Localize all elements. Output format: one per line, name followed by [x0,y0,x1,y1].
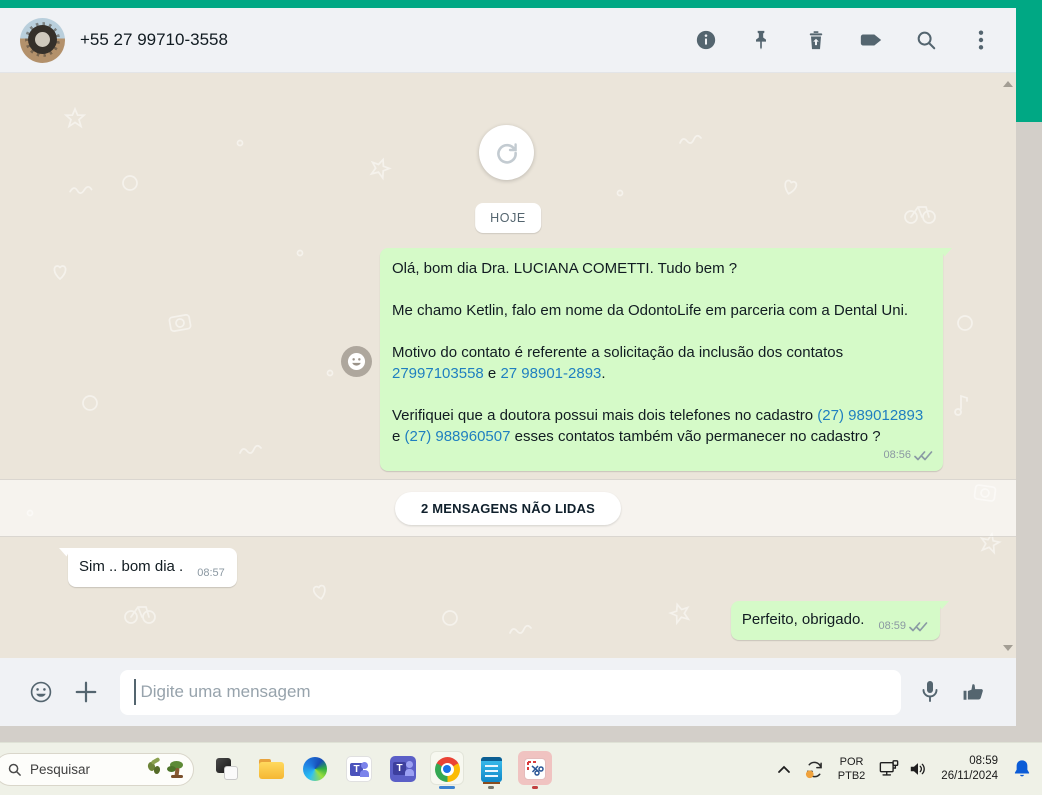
snipping-tool-icon [524,758,546,780]
sync-older-messages-button[interactable] [479,125,534,180]
unread-messages-label: 2 MENSAGENS NÃO LIDAS [395,491,621,525]
info-icon[interactable] [694,28,718,52]
search-placeholder: Pesquisar [30,761,91,777]
search-icon[interactable] [914,28,938,52]
message-text: Perfeito, obrigado. [741,611,865,628]
chrome-button[interactable] [426,747,468,791]
window-accent-bar [0,0,1042,8]
scrollbar-down-arrow[interactable] [1003,645,1013,651]
edge-button[interactable] [294,747,336,791]
thumbs-up-icon[interactable] [961,680,985,704]
react-emoji-button[interactable] [341,346,372,377]
header-actions [694,28,1016,52]
chat-header: +55 27 99710-3558 [0,8,1016,73]
double-check-icon [914,450,933,460]
snipping-tool-button[interactable] [514,747,556,791]
message-input-placeholder: Digite uma mensagem [140,682,311,701]
message-meta: 08:59 [878,616,928,637]
message-composer: Digite uma mensagem [0,658,1016,726]
edge-icon [303,757,327,781]
message-time: 08:57 [197,567,225,579]
message-meta: 08:56 [883,445,933,466]
attach-plus-icon[interactable] [74,680,98,704]
double-check-icon [909,621,928,631]
language-indicator[interactable]: POR PTB2 [838,755,866,784]
phone-link[interactable]: 27997103558 [392,365,484,382]
chevron-up-icon[interactable] [777,765,791,774]
whatsapp-chat-window: +55 27 99710-3558 HOJE Olá, bom dia Dra.… [0,8,1016,726]
volume-icon[interactable] [908,760,928,778]
message-text: Me chamo Ketlin, falo em nome da OdontoL… [392,302,909,319]
language-line1: POR [839,755,864,768]
contact-phone-number: +55 27 99710-3558 [80,30,228,49]
phone-link[interactable]: 27 98901-2893 [500,365,601,382]
phone-link[interactable]: (27) 989012893 [817,407,923,424]
contact-avatar[interactable] [20,17,65,63]
date-divider: HOJE [475,203,541,233]
chat-message-area: HOJE Olá, bom dia Dra. LUCIANA COMETTI. … [0,73,1016,658]
teams-work-icon: T [346,756,372,782]
taskbar-app-icons: T T [206,747,556,791]
teams-classic-icon: T [390,756,416,782]
message-incoming: Sim .. bom dia . 08:57 [59,548,237,587]
search-icon [8,763,21,776]
language-line2: PTB2 [837,770,866,782]
search-highlight-art [146,757,187,779]
emoji-icon[interactable] [29,680,53,704]
windows-taskbar: Pesquisar T T POR PTB2 08:59 26/11/2024 [0,742,1042,795]
task-view-icon [216,758,238,780]
chrome-icon [434,756,460,782]
file-explorer-icon [258,759,284,779]
message-outgoing-long: Olá, bom dia Dra. LUCIANA COMETTI. Tudo … [380,248,952,471]
system-tray: POR PTB2 08:59 26/11/2024 [777,754,1042,784]
notepad-button[interactable] [470,747,512,791]
phone-link[interactable]: (27) 988960507 [405,428,511,445]
task-view-button[interactable] [206,747,248,791]
tray-time: 08:59 [969,755,998,768]
teams-classic-button[interactable]: T [382,747,424,791]
teams-work-button[interactable]: T [338,747,380,791]
delete-icon[interactable] [804,28,828,52]
notification-bell-icon[interactable] [1012,758,1032,780]
label-icon[interactable] [859,28,883,52]
whatsapp-desktop-screen: +55 27 99710-3558 HOJE Olá, bom dia Dra.… [0,0,1042,795]
taskbar-search[interactable]: Pesquisar [0,752,194,786]
message-outgoing-short: Perfeito, obrigado. 08:59 [730,601,949,640]
microphone-icon[interactable] [918,680,942,704]
message-text: Motivo do contato é referente a solicita… [392,344,844,361]
unread-messages-divider: 2 MENSAGENS NÃO LIDAS [0,479,1016,537]
message-time: 08:56 [883,449,911,461]
message-text: Sim .. bom dia . [79,558,184,575]
pin-icon[interactable] [749,28,773,52]
kebab-menu-icon[interactable] [969,28,993,52]
message-input[interactable]: Digite uma mensagem [120,669,901,715]
text-caret [134,679,136,705]
right-accent-strip [1016,0,1042,122]
file-explorer-button[interactable] [250,747,292,791]
scrollbar-up-arrow[interactable] [1003,81,1013,87]
message-text: Olá, bom dia Dra. LUCIANA COMETTI. Tudo … [392,260,738,277]
tray-date: 26/11/2024 [941,770,998,782]
notepad-icon [480,756,502,784]
taskbar-clock[interactable]: 08:59 26/11/2024 [941,754,998,784]
message-text: Verifiquei que a doutora possui mais doi… [392,407,818,424]
message-time: 08:59 [878,620,906,632]
sync-icon[interactable] [804,759,825,780]
network-icon[interactable] [878,759,900,779]
